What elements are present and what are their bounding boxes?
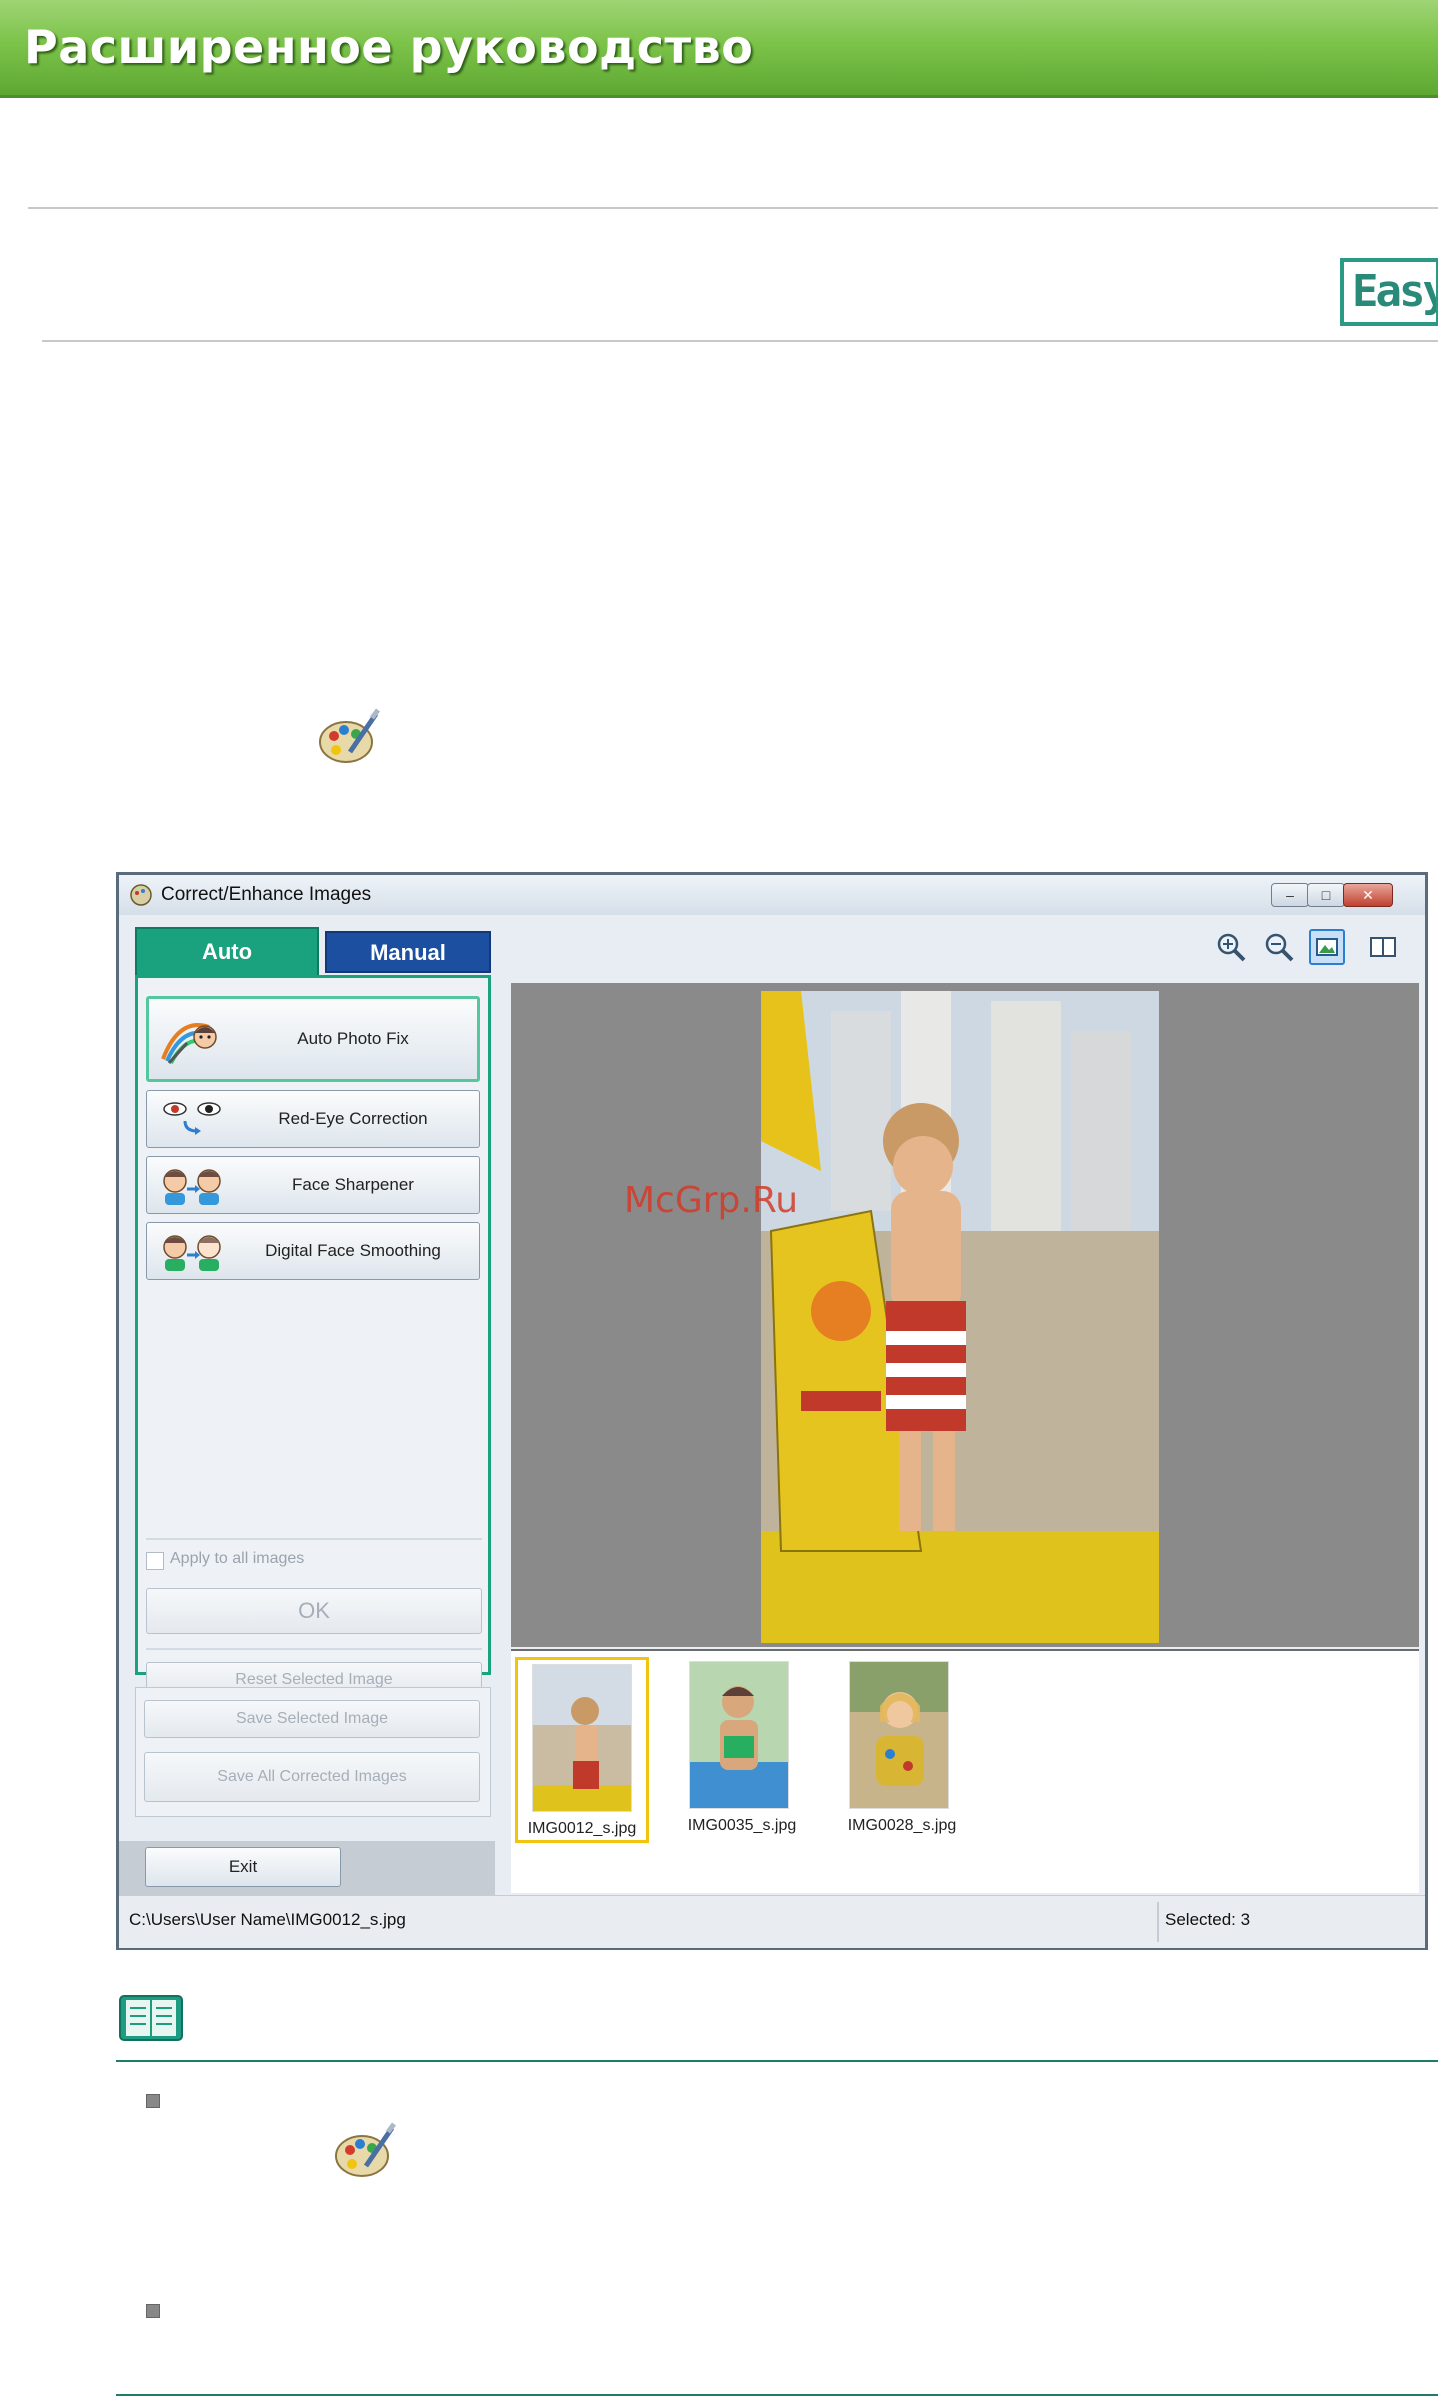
ok-button[interactable]: OK <box>146 1588 482 1634</box>
auto-photo-fix-label: Auto Photo Fix <box>297 1029 409 1048</box>
save-panel: Save Selected Image Save All Corrected I… <box>135 1687 491 1817</box>
red-eye-correction-button[interactable]: Red-Eye Correction <box>146 1090 480 1148</box>
divider-under-badge <box>42 340 1438 342</box>
bottom-divider <box>116 2394 1438 2396</box>
apply-all-label: Apply to all images <box>170 1550 305 1567</box>
note-icon <box>119 1995 183 2041</box>
divider-top <box>28 207 1438 209</box>
thumbnail-caption: IMG0028_s.jpg <box>847 1817 957 1834</box>
digital-face-smoothing-button[interactable]: Digital Face Smoothing <box>146 1222 480 1280</box>
separator <box>146 1648 482 1650</box>
maximize-button[interactable]: □ <box>1307 883 1345 907</box>
left-panel: Auto Manual Auto Photo Fix Red-Eye Corre… <box>135 927 491 1859</box>
thumbnail-image <box>849 1661 949 1809</box>
correct-enhance-window: Correct/Enhance Images – □ ✕ Auto Manual… <box>116 872 1428 1950</box>
palette-icon <box>319 708 380 763</box>
window-titlebar: Correct/Enhance Images – □ ✕ <box>119 875 1425 915</box>
banner-title: Расширенное руководство <box>24 20 754 74</box>
tab-manual[interactable]: Manual <box>325 931 491 973</box>
zoom-in-icon[interactable] <box>1213 929 1249 965</box>
red-eye-icon <box>163 1102 221 1135</box>
single-view-button[interactable] <box>1309 929 1345 965</box>
face-sharpener-button[interactable]: Face Sharpener <box>146 1156 480 1214</box>
note-divider <box>116 2060 1438 2062</box>
close-button[interactable]: ✕ <box>1343 883 1393 907</box>
single-view-icon <box>1316 938 1338 956</box>
save-all-corrected-images-button[interactable]: Save All Corrected Images <box>144 1752 480 1802</box>
thumbnail-strip: IMG0012_s.jpg IMG0035_s.jpg IMG0028_s.jp… <box>511 1649 1419 1893</box>
apply-all-checkbox[interactable] <box>146 1552 164 1570</box>
status-divider <box>1157 1902 1159 1942</box>
manual-banner: Расширенное руководство <box>0 0 1438 98</box>
compare-view-icon[interactable] <box>1365 929 1401 965</box>
face-smoothing-icon <box>163 1235 221 1271</box>
thumbnail-item[interactable]: IMG0028_s.jpg <box>835 1657 969 1843</box>
save-selected-image-button[interactable]: Save Selected Image <box>144 1700 480 1738</box>
auto-tab-body: Auto Photo Fix Red-Eye Correction Face S… <box>135 975 491 1698</box>
image-preview-area[interactable] <box>511 983 1419 1647</box>
preview-photo <box>761 991 1159 1643</box>
status-path: C:\Users\User Name\IMG0012_s.jpg <box>129 1910 406 1929</box>
auto-photo-fix-icon <box>161 1023 217 1065</box>
view-toolbar <box>509 921 1425 973</box>
app-icon <box>130 884 152 906</box>
bullet-icon <box>146 2094 160 2108</box>
thumbnail-image <box>532 1664 632 1812</box>
auto-photo-fix-button[interactable]: Auto Photo Fix <box>146 996 480 1082</box>
tab-auto[interactable]: Auto <box>135 927 319 977</box>
watermark: McGrp.Ru <box>624 1180 799 1221</box>
easy-badge: Easy <box>1340 258 1438 326</box>
face-sharpener-label: Face Sharpener <box>292 1175 414 1194</box>
thumbnail-image <box>689 1661 789 1809</box>
minimize-button[interactable]: – <box>1271 883 1309 907</box>
exit-button[interactable]: Exit <box>145 1847 341 1887</box>
zoom-out-icon[interactable] <box>1261 929 1297 965</box>
red-eye-correction-label: Red-Eye Correction <box>278 1109 428 1128</box>
status-bar: C:\Users\User Name\IMG0012_s.jpg Selecte… <box>119 1895 1425 1948</box>
status-selected-count: Selected: 3 <box>1165 1910 1251 1929</box>
palette-icon <box>335 2122 396 2177</box>
thumbnail-caption: IMG0012_s.jpg <box>527 1820 637 1837</box>
window-title: Correct/Enhance Images <box>161 884 372 905</box>
digital-face-smoothing-label: Digital Face Smoothing <box>265 1241 441 1260</box>
thumbnail-item[interactable]: IMG0012_s.jpg <box>515 1657 649 1843</box>
bullet-icon <box>146 2304 160 2318</box>
thumbnail-item[interactable]: IMG0035_s.jpg <box>675 1657 809 1843</box>
face-sharpener-icon <box>163 1169 221 1205</box>
separator <box>146 1538 482 1540</box>
thumbnail-caption: IMG0035_s.jpg <box>687 1817 797 1834</box>
